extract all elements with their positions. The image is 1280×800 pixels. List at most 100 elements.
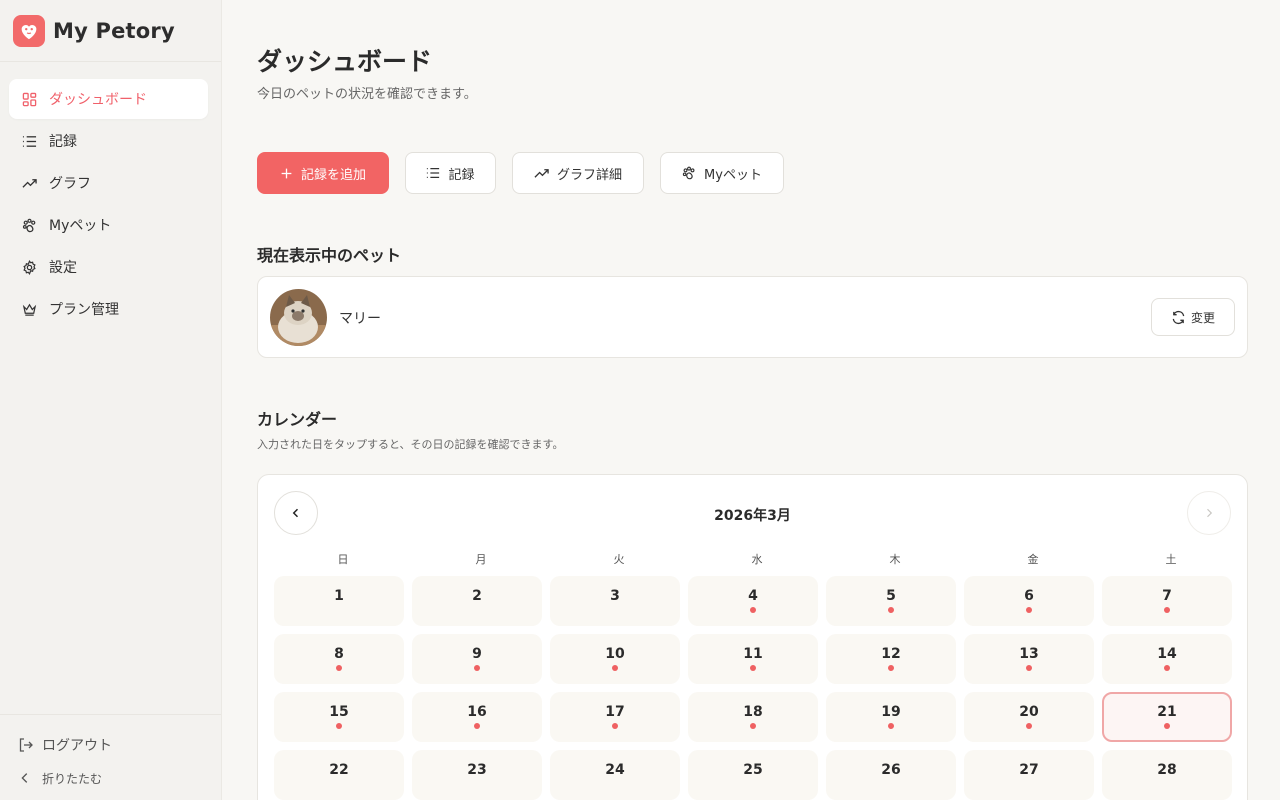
calendar-day-number: 28 bbox=[1157, 762, 1177, 778]
calendar-day[interactable]: 16 bbox=[412, 692, 542, 742]
record-indicator-dot bbox=[474, 723, 480, 729]
calendar-day-number: 19 bbox=[881, 704, 901, 720]
calendar-day[interactable]: 26 bbox=[826, 750, 956, 800]
weekday-label: 土 bbox=[1165, 553, 1177, 566]
calendar-day[interactable]: 3 bbox=[550, 576, 680, 626]
record-indicator-dot bbox=[750, 607, 756, 613]
calendar-day[interactable]: 9 bbox=[412, 634, 542, 684]
gear-icon bbox=[21, 259, 37, 275]
calendar-day[interactable]: 6 bbox=[964, 576, 1094, 626]
change-pet-button[interactable]: 変更 bbox=[1151, 298, 1235, 336]
calendar-day[interactable]: 19 bbox=[826, 692, 956, 742]
logout-label: ログアウト bbox=[42, 738, 112, 754]
add-record-label: 記録を追加 bbox=[300, 167, 366, 183]
graph-detail-button[interactable]: グラフ詳細 bbox=[512, 152, 644, 194]
list-icon bbox=[426, 166, 440, 180]
sidebar-item-label: グラフ bbox=[49, 176, 91, 192]
sidebar-footer: ログアウト 折りたたむ bbox=[0, 714, 221, 800]
calendar-day-number: 2 bbox=[472, 588, 482, 604]
record-indicator-dot bbox=[888, 665, 894, 671]
calendar-day[interactable]: 21 bbox=[1102, 692, 1232, 742]
record-indicator-dot bbox=[474, 665, 480, 671]
next-month-button[interactable] bbox=[1187, 491, 1231, 535]
calendar-day[interactable]: 10 bbox=[550, 634, 680, 684]
collapse-sidebar-button[interactable]: 折りたたむ bbox=[18, 761, 221, 795]
calendar-day[interactable]: 8 bbox=[274, 634, 404, 684]
record-indicator-dot bbox=[888, 723, 894, 729]
calendar-day[interactable]: 14 bbox=[1102, 634, 1232, 684]
add-record-button[interactable]: 記録を追加 bbox=[257, 152, 389, 194]
calendar-day[interactable]: 28 bbox=[1102, 750, 1232, 800]
record-indicator-dot bbox=[1164, 723, 1170, 729]
sidebar-item-plan[interactable]: プラン管理 bbox=[9, 289, 208, 329]
calendar-day[interactable]: 13 bbox=[964, 634, 1094, 684]
sidebar-item-settings[interactable]: 設定 bbox=[9, 247, 208, 287]
calendar-day-number: 10 bbox=[605, 646, 625, 662]
calendar-day[interactable]: 18 bbox=[688, 692, 818, 742]
calendar-day[interactable]: 24 bbox=[550, 750, 680, 800]
sidebar-item-label: Myペット bbox=[49, 218, 112, 234]
weekday-label: 日 bbox=[337, 553, 349, 566]
sidebar-item-label: 記録 bbox=[49, 134, 77, 150]
records-button[interactable]: 記録 bbox=[405, 152, 496, 194]
calendar-day-number: 4 bbox=[748, 588, 758, 604]
weekday-label: 火 bbox=[613, 553, 625, 566]
calendar-day-number: 21 bbox=[1157, 704, 1177, 720]
current-pet-title: 現在表示中のペット bbox=[257, 246, 402, 265]
weekday-label: 金 bbox=[1027, 553, 1039, 566]
calendar-card: 2026年3月 日 月 火 水 木 金 土 1 2 3 4 5 6 7 8 9 10 11 12 13 1… bbox=[257, 474, 1248, 800]
calendar-day[interactable]: 25 bbox=[688, 750, 818, 800]
calendar-day[interactable]: 7 bbox=[1102, 576, 1232, 626]
crown-icon bbox=[21, 301, 37, 317]
record-indicator-dot bbox=[612, 723, 618, 729]
sidebar-item-my-pets[interactable]: Myペット bbox=[9, 205, 208, 245]
calendar-day[interactable]: 4 bbox=[688, 576, 818, 626]
record-indicator-dot bbox=[612, 665, 618, 671]
calendar-day[interactable]: 15 bbox=[274, 692, 404, 742]
record-indicator-dot bbox=[750, 665, 756, 671]
calendar-day[interactable]: 17 bbox=[550, 692, 680, 742]
calendar-day-number: 8 bbox=[334, 646, 344, 662]
change-label: 変更 bbox=[1190, 310, 1215, 325]
calendar-day[interactable]: 12 bbox=[826, 634, 956, 684]
logout-icon bbox=[18, 737, 34, 753]
calendar-day[interactable]: 2 bbox=[412, 576, 542, 626]
chevron-left-icon bbox=[18, 771, 34, 785]
grid-icon bbox=[21, 91, 37, 107]
plus-icon bbox=[280, 167, 293, 180]
sidebar-item-label: ダッシュボード bbox=[49, 92, 147, 108]
calendar-day[interactable]: 22 bbox=[274, 750, 404, 800]
sidebar: My Petory ダッシュボード 記録 グラフ Myペット 設定 プラン管理 … bbox=[0, 0, 222, 800]
calendar-grid: 1 2 3 4 5 6 7 8 9 10 11 12 13 14 15 16 17 18 19 20 21 22 23 24 2… bbox=[274, 576, 1234, 800]
calendar-day[interactable]: 23 bbox=[412, 750, 542, 800]
sidebar-item-graph[interactable]: グラフ bbox=[9, 163, 208, 203]
calendar-day-number: 6 bbox=[1024, 588, 1034, 604]
brand[interactable]: My Petory bbox=[0, 0, 221, 62]
calendar-day-number: 13 bbox=[1019, 646, 1039, 662]
quick-actions: 記録を追加 記録 グラフ詳細 Myペット bbox=[257, 152, 800, 194]
calendar-day[interactable]: 27 bbox=[964, 750, 1094, 800]
calendar-day-number: 11 bbox=[743, 646, 763, 662]
calendar-day-number: 26 bbox=[881, 762, 901, 778]
brand-logo-icon bbox=[13, 14, 45, 47]
sidebar-item-records[interactable]: 記録 bbox=[9, 121, 208, 161]
calendar-day-number: 12 bbox=[881, 646, 901, 662]
chevron-right-icon bbox=[1203, 507, 1215, 519]
calendar-day-number: 23 bbox=[467, 762, 487, 778]
calendar-day[interactable]: 20 bbox=[964, 692, 1094, 742]
logout-button[interactable]: ログアウト bbox=[18, 729, 221, 761]
page-title: ダッシュボード bbox=[257, 47, 433, 76]
calendar-day-number: 17 bbox=[605, 704, 625, 720]
calendar-day[interactable]: 5 bbox=[826, 576, 956, 626]
record-indicator-dot bbox=[1026, 723, 1032, 729]
refresh-icon bbox=[1171, 310, 1186, 325]
calendar-day[interactable]: 1 bbox=[274, 576, 404, 626]
sidebar-item-label: 設定 bbox=[49, 260, 77, 276]
weekday-header: 日 月 火 水 木 金 土 bbox=[274, 551, 1240, 567]
my-pets-button[interactable]: Myペット bbox=[660, 152, 784, 194]
calendar-day[interactable]: 11 bbox=[688, 634, 818, 684]
sidebar-item-dashboard[interactable]: ダッシュボード bbox=[9, 79, 208, 119]
record-indicator-dot bbox=[888, 607, 894, 613]
calendar-title: カレンダー bbox=[257, 410, 338, 429]
calendar-day-number: 15 bbox=[329, 704, 349, 720]
